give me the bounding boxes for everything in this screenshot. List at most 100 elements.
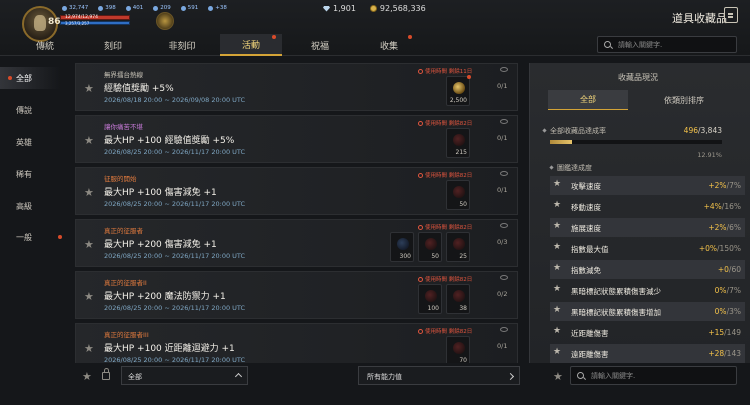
item-slot[interactable]: 25: [446, 232, 470, 262]
attribute-row[interactable]: ★ 近距離傷害 +15/149: [550, 323, 745, 342]
sidebar-item-common[interactable]: 一般: [0, 226, 62, 248]
tab-event[interactable]: 活動: [220, 34, 282, 56]
attribute-row[interactable]: ★ 移動速度 +4%/16%: [550, 197, 745, 216]
card-dates: 2026/08/25 20:00 ~ 2026/11/17 20:00 UTC: [104, 148, 246, 156]
favorite-star-icon[interactable]: ★: [84, 290, 94, 303]
favorite-star-icon[interactable]: ★: [553, 221, 561, 231]
favorite-star-icon[interactable]: ★: [553, 200, 561, 210]
sidebar-item-all[interactable]: 全部: [0, 67, 60, 89]
item-slot[interactable]: 300: [390, 232, 414, 262]
favorite-star-icon[interactable]: ★: [84, 342, 94, 355]
completion-total: /3,843: [698, 126, 722, 135]
favorite-star-icon[interactable]: ★: [553, 305, 561, 315]
attribute-name: 近距離傷害: [571, 329, 609, 338]
favorite-star-icon[interactable]: ★: [553, 326, 561, 336]
search-box-bottom[interactable]: [570, 366, 737, 385]
favorite-star-icon[interactable]: ★: [553, 263, 561, 273]
panel-favorite-star-icon[interactable]: ★: [553, 370, 563, 383]
search-icon: [577, 372, 584, 379]
collection-card[interactable]: ★ 讓你痛苦不堪 最大HP +100 經驗值獎勵 +5% 2026/08/25 20:…: [75, 115, 518, 163]
sidebar-item-legendary[interactable]: 傳說: [0, 99, 60, 121]
item-slot[interactable]: 100: [418, 284, 442, 314]
stat-5-value: 591: [187, 5, 199, 11]
lock-icon[interactable]: [102, 368, 110, 380]
ability-filter-button[interactable]: 所有能力值: [358, 366, 520, 385]
player-stats: 32,747 398 401 209 591 +38: [62, 5, 227, 11]
item-count: 215: [455, 149, 467, 156]
tab-engraved[interactable]: 刻印: [86, 34, 140, 56]
exit-icon[interactable]: [724, 7, 738, 23]
collection-card[interactable]: ★ 無界擂台熱線 經驗值獎勵 +5% 2026/08/18 20:00 ~ 2026/…: [75, 63, 518, 111]
item-slot[interactable]: 70: [446, 336, 470, 363]
item-slot[interactable]: 50: [446, 180, 470, 210]
sidebar-item-heroic[interactable]: 英雄: [0, 131, 60, 153]
attribute-row[interactable]: ★ 遠距離傷害 +28/143: [550, 344, 745, 363]
collection-card[interactable]: ★ 真正的征服者II 最大HP +200 魔法防禦力 +1 2026/08/25 20…: [75, 271, 518, 319]
guild-emblem-icon[interactable]: [156, 12, 174, 30]
item-icon: [453, 82, 465, 94]
attribute-row[interactable]: ★ 指數最大值 +0%/150%: [550, 239, 745, 258]
eye-icon[interactable]: [500, 119, 508, 124]
favorite-star-icon[interactable]: ★: [84, 82, 94, 95]
card-dates: 2026/08/25 20:00 ~ 2026/11/17 20:00 UTC: [104, 200, 246, 208]
eye-icon[interactable]: [500, 223, 508, 228]
eye-icon[interactable]: [500, 327, 508, 332]
attribute-row[interactable]: ★ 施展速度 +2%/6%: [550, 218, 745, 237]
attribute-row[interactable]: ★ 黑暗標記狀態累積傷害減少 0%/7%: [550, 281, 745, 300]
clock-icon: [418, 68, 423, 74]
item-slot[interactable]: 50: [418, 232, 442, 262]
eye-icon[interactable]: [500, 275, 508, 280]
collection-card[interactable]: ★ 征服的開始 最大HP +100 傷害減免 +1 2026/08/25 20:00 …: [75, 167, 518, 215]
mp-bar: 3,257/3,257: [60, 21, 130, 26]
codex-section-label: 圖鑑達成度: [557, 164, 592, 172]
grade-filter-dropdown[interactable]: 全部: [121, 366, 248, 385]
attribute-row[interactable]: ★ 黑暗標記狀態累積傷害增加 0%/3%: [550, 302, 745, 321]
favorite-star-icon[interactable]: ★: [84, 186, 94, 199]
completion-rate-value: 496/3,843: [684, 126, 722, 135]
completion-progress-bar: [550, 140, 722, 144]
collection-list[interactable]: ★ 無界擂台熱線 經驗值獎勵 +5% 2026/08/18 20:00 ~ 2026/…: [75, 63, 518, 363]
sidebar-item-rare[interactable]: 稀有: [0, 163, 60, 185]
item-slot[interactable]: 215: [446, 128, 470, 158]
stat-icon: [153, 5, 159, 11]
favorite-star-icon[interactable]: ★: [84, 238, 94, 251]
collection-card[interactable]: ★ 真正的征服者 最大HP +200 傷害減免 +1 2026/08/25 20:00…: [75, 219, 518, 267]
completion-rate-label: 全部收藏品達成率: [550, 127, 606, 135]
item-icon: [453, 238, 465, 250]
attribute-row[interactable]: ★ 指數減免 +0/60: [550, 260, 745, 279]
attribute-current: +2%: [708, 181, 727, 190]
item-slot[interactable]: 2,500: [446, 75, 471, 106]
tab-collect[interactable]: 收集: [360, 34, 418, 56]
collection-card[interactable]: ★ 真正的征服者III 最大HP +100 近距離迴避力 +1 2026/08/25 …: [75, 323, 518, 363]
favorite-star-icon[interactable]: ★: [84, 134, 94, 147]
panel-tab-by-category[interactable]: 依類別排序: [644, 90, 724, 110]
eye-icon[interactable]: [500, 171, 508, 176]
tab-blessing[interactable]: 祝福: [292, 34, 348, 56]
attribute-value: +28/143: [708, 349, 741, 358]
favorite-star-icon[interactable]: ★: [553, 179, 561, 189]
favorite-star-icon[interactable]: ★: [553, 284, 561, 294]
item-icon: [425, 290, 437, 302]
search-input-bottom[interactable]: [591, 370, 701, 381]
favorite-star-icon[interactable]: ★: [553, 242, 561, 252]
item-icon: [425, 238, 437, 250]
chevron-right-icon: [506, 372, 515, 381]
card-category: 真正的征服者III: [104, 331, 149, 339]
tab-traditional[interactable]: 傳統: [18, 34, 72, 56]
attribute-value: +0/60: [718, 265, 741, 274]
favorite-filter-star-icon[interactable]: ★: [82, 370, 92, 383]
currency-display: 1,901 92,568,336: [323, 4, 426, 13]
favorite-star-icon[interactable]: ★: [553, 347, 561, 357]
hp-value: 12,974/12,974: [65, 15, 99, 20]
eye-icon[interactable]: [500, 67, 508, 72]
search-input[interactable]: [618, 39, 728, 50]
attribute-max: /150%: [717, 244, 741, 253]
item-slot[interactable]: 38: [446, 284, 470, 314]
attribute-row[interactable]: ★ 攻擊速度 +2%/7%: [550, 176, 745, 195]
attribute-name: 施展速度: [571, 224, 601, 233]
card-dates: 2026/08/25 20:00 ~ 2026/11/17 20:00 UTC: [104, 304, 246, 312]
panel-tab-all[interactable]: 全部: [548, 90, 628, 110]
sidebar-item-advanced[interactable]: 高級: [0, 195, 60, 217]
search-box-top[interactable]: [597, 36, 737, 53]
tab-non-engraved[interactable]: 非刻印: [154, 34, 210, 56]
